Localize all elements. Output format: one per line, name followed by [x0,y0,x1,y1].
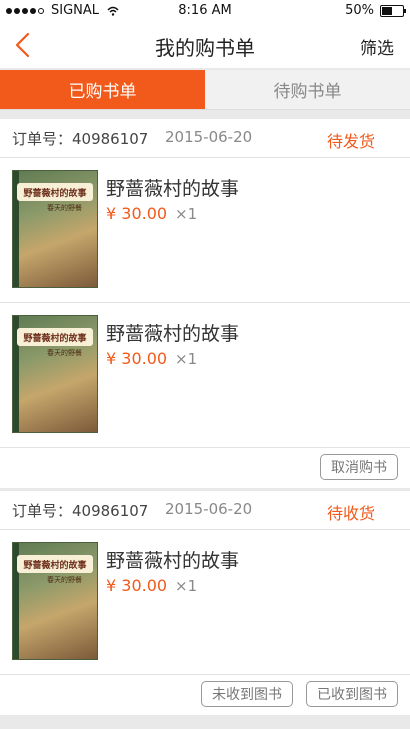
book-title: 野蔷薇村的故事 [106,323,240,345]
book-cover: 野蔷薇村的故事 春天的野餐 [12,315,98,433]
not-received-button[interactable]: 未收到图书 [201,681,293,707]
nav-bar: 我的购书单 筛选 [0,22,410,68]
order-card: 订单号：40986107 2015-06-20 待收货 野蔷薇村的故事 春天的野… [0,491,410,715]
battery-area: 50% [345,3,406,18]
order-status: 待发货 [326,132,375,151]
book-title: 野蔷薇村的故事 [106,178,240,200]
order-header: 订单号：40986107 2015-06-20 待发货 [0,119,410,158]
book-cover: 野蔷薇村的故事 春天的野餐 [12,542,98,660]
cover-title: 野蔷薇村的故事 [17,183,93,201]
battery-icon [380,4,406,17]
order-item[interactable]: 野蔷薇村的故事 春天的野餐 野蔷薇村的故事 ¥ 30.00 ×1 [0,303,410,448]
cover-subtitle: 春天的野餐 [47,349,82,357]
order-status: 待收货 [326,504,375,523]
tab-purchased[interactable]: 已购书单 [0,70,205,109]
cover-subtitle: 春天的野餐 [47,204,82,212]
filter-button[interactable]: 筛选 [360,34,394,59]
received-button[interactable]: 已收到图书 [306,681,398,707]
cover-subtitle: 春天的野餐 [47,576,82,584]
order-header: 订单号：40986107 2015-06-20 待收货 [0,491,410,530]
cancel-order-button[interactable]: 取消购书 [320,454,398,480]
book-price: ¥ 30.00 [106,576,168,595]
cover-title: 野蔷薇村的故事 [17,555,93,573]
tab-bar: 已购书单 待购书单 [0,70,410,110]
order-number: 订单号：40986107 [12,502,149,520]
page-title: 我的购书单 [155,36,255,60]
book-quantity: ×1 [175,350,198,368]
cover-title: 野蔷薇村的故事 [17,328,93,346]
book-cover: 野蔷薇村的故事 春天的野餐 [12,170,98,288]
order-date: 2015-06-20 [165,500,253,518]
order-number: 订单号：40986107 [12,130,149,148]
book-quantity: ×1 [175,577,198,595]
battery-percent: 50% [345,3,374,18]
order-actions: 未收到图书 已收到图书 [0,675,410,715]
order-item[interactable]: 野蔷薇村的故事 春天的野餐 野蔷薇村的故事 ¥ 30.00 ×1 [0,158,410,303]
order-actions: 取消购书 [0,448,410,488]
order-date: 2015-06-20 [165,128,253,146]
book-price: ¥ 30.00 [106,349,168,368]
book-price: ¥ 30.00 [106,204,168,223]
order-card: 订单号：40986107 2015-06-20 待发货 野蔷薇村的故事 春天的野… [0,119,410,488]
status-bar: SIGNAL 8:16 AM 50% [0,0,410,22]
book-title: 野蔷薇村的故事 [106,550,240,572]
book-quantity: ×1 [175,205,198,223]
tab-pending[interactable]: 待购书单 [205,70,410,109]
order-item[interactable]: 野蔷薇村的故事 春天的野餐 野蔷薇村的故事 ¥ 30.00 ×1 [0,530,410,675]
